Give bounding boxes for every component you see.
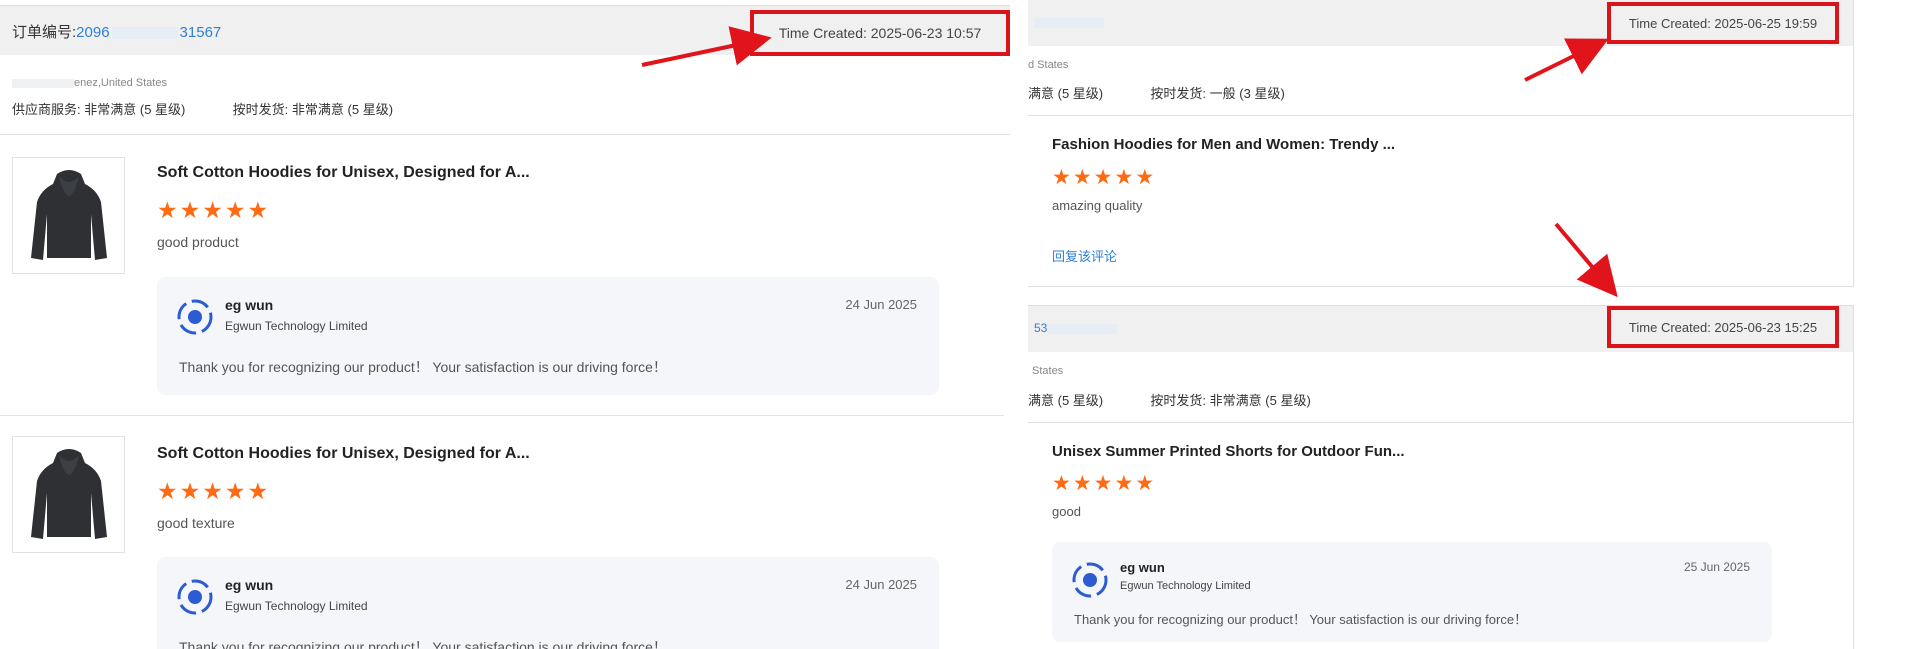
star-icon: ★: [202, 197, 223, 223]
review-card-left: 订单编号:2096 31567 Time Created: 2025-06-23 …: [0, 5, 1010, 649]
star-icon: ★: [1114, 166, 1134, 189]
hoodie-icon: [31, 170, 107, 260]
product-review: Soft Cotton Hoodies for Unisex, Designed…: [0, 436, 1010, 649]
order-header: 订单编号:2096 31567 Time Created: 2025-06-23 …: [0, 6, 1010, 56]
star-icon: ★: [1114, 472, 1134, 495]
product-title[interactable]: Soft Cotton Hoodies for Unisex, Designed…: [157, 164, 530, 182]
seller-avatar-icon: [177, 579, 213, 615]
divider: [0, 134, 1010, 135]
store-ratings: 满意 (5 星级) 按时发货: 一般 (3 星级): [1028, 86, 1285, 101]
reply-to-review-link[interactable]: 回复该评论: [1052, 246, 1117, 265]
redacted-mask: [111, 27, 178, 40]
reply-date: 24 Jun 2025: [845, 577, 917, 592]
reply-text: Thank you for recognizing our product！ Y…: [1074, 612, 1528, 627]
seller-company: Egwun Technology Limited: [225, 319, 368, 333]
order-number: 订单编号:2096 31567: [12, 24, 222, 41]
star-icon: ★: [1072, 166, 1092, 189]
divider: [1028, 422, 1853, 423]
store-ratings: 满意 (5 星级) 按时发货: 非常满意 (5 星级): [1028, 393, 1311, 408]
divider: [1028, 115, 1853, 116]
reply-text: Thank you for recognizing our product！ Y…: [179, 639, 667, 649]
product-title[interactable]: Fashion Hoodies for Men and Women: Trend…: [1052, 136, 1395, 153]
star-icon: ★: [224, 197, 246, 223]
time-created-highlight: Time Created: 2025-06-23 15:25: [1607, 306, 1839, 348]
star-icon: ★: [1135, 472, 1155, 495]
customer-location: States: [1032, 365, 1064, 377]
review-text: amazing quality: [1052, 198, 1143, 213]
star-icon: ★: [1093, 472, 1113, 495]
product-thumbnail[interactable]: [12, 157, 125, 274]
customer-location: enez,United States: [12, 77, 167, 89]
reply-date: 24 Jun 2025: [845, 297, 917, 312]
customer-location: d States: [1028, 59, 1069, 71]
seller-name: eg wun: [1120, 560, 1165, 575]
star-icon: ★: [179, 197, 201, 223]
product-title[interactable]: Unisex Summer Printed Shorts for Outdoor…: [1052, 443, 1405, 460]
review-card-right-bottom: 53 Time Created: 2025-06-23 15:25 States…: [1028, 305, 1854, 649]
reply-text: Thank you for recognizing our product！ Y…: [179, 359, 667, 375]
review-text: good product: [157, 234, 239, 250]
star-icon: ★: [247, 478, 269, 504]
product-review: Soft Cotton Hoodies for Unisex, Designed…: [0, 157, 1010, 407]
order-header: 53 Time Created: 2025-06-23 15:25: [1028, 306, 1853, 352]
product-title[interactable]: Soft Cotton Hoodies for Unisex, Designed…: [157, 445, 530, 463]
star-icon: ★: [1072, 472, 1092, 495]
seller-name: eg wun: [225, 577, 274, 593]
divider: [0, 415, 1004, 416]
reply-date: 25 Jun 2025: [1683, 560, 1750, 574]
seller-reply: eg wun Egwun Technology Limited 25 Jun 2…: [1052, 542, 1772, 642]
star-icon: ★: [179, 478, 201, 504]
review-text: good texture: [157, 515, 235, 531]
star-icon: ★: [1052, 472, 1071, 495]
order-number-link[interactable]: 2096 31567: [76, 24, 221, 41]
star-rating: ★ ★ ★ ★ ★: [157, 480, 268, 503]
redacted-mask: [1047, 323, 1118, 334]
seller-reply: eg wun Egwun Technology Limited 24 Jun 2…: [157, 557, 939, 649]
seller-reply: eg wun Egwun Technology Limited 24 Jun 2…: [157, 277, 939, 395]
review-card-right-top: Time Created: 2025-06-25 19:59 d States …: [1028, 0, 1854, 287]
seller-avatar-icon: [177, 299, 213, 335]
store-ratings: 供应商服务: 非常满意 (5 星级) 按时发货: 非常满意 (5 星级): [12, 102, 394, 117]
star-icon: ★: [157, 478, 178, 504]
star-icon: ★: [1052, 166, 1071, 189]
seller-company: Egwun Technology Limited: [225, 599, 368, 613]
order-header: Time Created: 2025-06-25 19:59: [1028, 0, 1853, 46]
star-icon: ★: [1135, 166, 1155, 189]
order-number-link[interactable]: 53: [1034, 321, 1118, 335]
star-rating: ★ ★ ★ ★ ★: [1052, 166, 1154, 189]
star-icon: ★: [224, 478, 246, 504]
redacted-mask: [1034, 17, 1104, 28]
star-rating: ★ ★ ★ ★ ★: [157, 199, 268, 222]
seller-company: Egwun Technology Limited: [1120, 580, 1251, 592]
time-created-highlight: Time Created: 2025-06-23 10:57: [750, 10, 1010, 56]
seller-avatar-icon: [1072, 562, 1108, 598]
star-icon: ★: [202, 478, 223, 504]
star-icon: ★: [157, 197, 178, 223]
star-icon: ★: [247, 197, 269, 223]
order-number-link[interactable]: [1034, 15, 1104, 29]
redacted-mask: [12, 78, 74, 88]
review-text: good: [1052, 504, 1081, 519]
product-thumbnail[interactable]: [12, 436, 125, 553]
seller-name: eg wun: [225, 297, 274, 313]
star-rating: ★ ★ ★ ★ ★: [1052, 472, 1154, 495]
time-created-highlight: Time Created: 2025-06-25 19:59: [1607, 2, 1839, 44]
hoodie-icon: [31, 449, 107, 539]
star-icon: ★: [1093, 166, 1113, 189]
